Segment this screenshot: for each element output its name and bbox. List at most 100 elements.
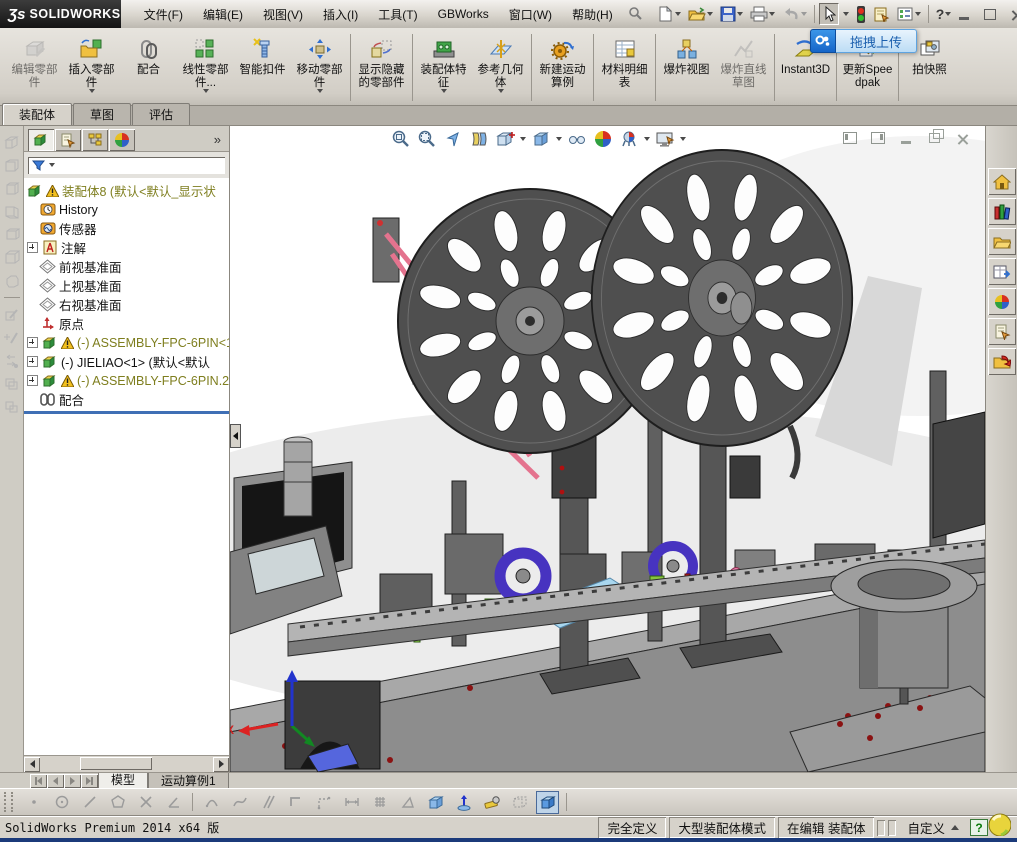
undo-icon[interactable] xyxy=(779,3,810,25)
dropdown-arrow[interactable] xyxy=(441,89,447,93)
view-cube-icon[interactable] xyxy=(3,226,21,243)
ribbon-linear-component-pattern[interactable]: 线性零部件... xyxy=(177,30,234,105)
sketch-spline-icon[interactable] xyxy=(228,791,251,814)
add-sketch-icon[interactable] xyxy=(3,329,21,346)
scroll-thumb[interactable] xyxy=(80,757,152,770)
scroll-right-button[interactable] xyxy=(213,757,229,772)
custom-status-selector[interactable]: 自定义 xyxy=(907,818,959,837)
dropdown-arrow[interactable] xyxy=(556,137,562,141)
view-cube-icon[interactable] xyxy=(3,180,21,197)
dropdown-arrow[interactable] xyxy=(317,89,323,93)
tree-item-jieliao[interactable]: (-) JIELIAO<1> (默认<默认 xyxy=(26,352,229,371)
dropdown-arrow[interactable] xyxy=(644,137,650,141)
sketch-line-icon[interactable] xyxy=(78,791,101,814)
view-orientation-icon[interactable] xyxy=(494,128,516,150)
parallel-relation-icon[interactable] xyxy=(256,791,279,814)
close-button[interactable] xyxy=(1006,6,1017,22)
first-tab-button[interactable] xyxy=(30,774,47,788)
ribbon-show-hidden-components[interactable]: 显示隐藏的零部件 xyxy=(353,30,410,105)
menu-tools[interactable]: 工具(T) xyxy=(369,2,426,27)
menu-view[interactable]: 视图(V) xyxy=(254,2,312,27)
apply-scene-icon[interactable] xyxy=(618,128,640,150)
hide-show-items-icon[interactable] xyxy=(566,128,588,150)
sketch-arc-icon[interactable] xyxy=(200,791,223,814)
split-pane-right-icon[interactable] xyxy=(869,130,887,146)
expand-plus[interactable] xyxy=(27,242,38,253)
ribbon-move-component[interactable]: 移动零部件 xyxy=(291,30,348,105)
tab-evaluate[interactable]: 评估 xyxy=(132,103,190,125)
ribbon-smart-fasteners[interactable]: 智能扣件 xyxy=(234,30,291,105)
tree-item-origin[interactable]: 原点 xyxy=(26,314,229,333)
reorder-icon[interactable] xyxy=(3,352,21,369)
view-settings-icon[interactable] xyxy=(654,128,676,150)
select-dropdown[interactable] xyxy=(840,9,852,19)
ribbon-mate[interactable]: 配合 xyxy=(120,30,177,105)
property-manager-tab[interactable] xyxy=(55,129,81,151)
tree-item-assembly-fpc-2[interactable]: (-) ASSEMBLY-FPC-6PIN.2 xyxy=(26,371,229,390)
toolbar-grip[interactable] xyxy=(4,792,13,812)
help-icon[interactable]: ? xyxy=(933,3,955,25)
tab-assembly[interactable]: 装配体 xyxy=(2,103,72,125)
view-cube-icon[interactable] xyxy=(3,157,21,174)
view-cube-icon[interactable] xyxy=(3,249,21,266)
dropdown-arrow[interactable] xyxy=(680,137,686,141)
tree-item-history[interactable]: History xyxy=(26,200,229,219)
save-icon[interactable] xyxy=(717,3,746,25)
tree-filter-box[interactable] xyxy=(28,157,225,174)
previous-tab-button[interactable] xyxy=(47,774,64,788)
tree-item-right-plane[interactable]: 右视基准面 xyxy=(26,295,229,314)
sketch-circle-icon[interactable] xyxy=(50,791,73,814)
file-explorer-icon[interactable] xyxy=(988,228,1016,255)
panel-expand-chevron[interactable]: » xyxy=(214,132,227,147)
display-manager-tab[interactable] xyxy=(109,129,135,151)
dropdown-arrow[interactable] xyxy=(498,89,504,93)
section-view-icon[interactable] xyxy=(468,128,490,150)
angle-triangle-icon[interactable] xyxy=(396,791,419,814)
doc-minimize-button[interactable] xyxy=(897,130,915,146)
dropdown-arrow[interactable] xyxy=(89,89,95,93)
filter-dropdown-arrow[interactable] xyxy=(49,163,55,167)
ribbon-new-motion-study[interactable]: 新建运动算例 xyxy=(534,30,591,105)
menu-edit[interactable]: 编辑(E) xyxy=(194,2,252,27)
display-settings-icon[interactable] xyxy=(894,3,924,25)
edit-appearance-icon[interactable] xyxy=(592,128,614,150)
construction-frame-icon[interactable] xyxy=(312,791,335,814)
dropdown-arrow[interactable] xyxy=(520,137,526,141)
measure-tool-icon[interactable] xyxy=(480,791,503,814)
panel-collapse-handle[interactable] xyxy=(230,424,241,448)
feature-tree-tab[interactable] xyxy=(28,129,54,151)
open-icon[interactable] xyxy=(685,3,716,25)
shaded-cube-icon[interactable] xyxy=(536,791,559,814)
configuration-manager-tab[interactable] xyxy=(82,129,108,151)
ribbon-exploded-view[interactable]: 爆炸视图 xyxy=(658,30,715,105)
sketch-polygon-icon[interactable] xyxy=(106,791,129,814)
move-entity-icon[interactable] xyxy=(452,791,475,814)
design-library-icon[interactable] xyxy=(988,198,1016,225)
tree-item-annotations[interactable]: 注解 xyxy=(26,238,229,257)
custom-properties-icon[interactable] xyxy=(988,318,1016,345)
menu-window[interactable]: 窗口(W) xyxy=(500,2,561,27)
expand-plus[interactable] xyxy=(27,375,38,386)
ribbon-insert-component[interactable]: 插入零部件 xyxy=(63,30,120,105)
zoom-to-fit-icon[interactable] xyxy=(390,128,412,150)
select-cursor-icon[interactable] xyxy=(819,3,839,25)
sketch-grid-icon[interactable] xyxy=(368,791,391,814)
last-tab-button[interactable] xyxy=(81,774,98,788)
forum-folder-icon[interactable] xyxy=(988,348,1016,375)
new-document-icon[interactable] xyxy=(654,3,684,25)
windows-tile-icon[interactable] xyxy=(3,398,21,415)
tree-horizontal-scrollbar[interactable] xyxy=(24,755,229,772)
ribbon-bill-of-materials[interactable]: 材料明细表 xyxy=(596,30,653,105)
menu-help[interactable]: 帮助(H) xyxy=(563,2,622,27)
view-cube-icon[interactable] xyxy=(3,134,21,151)
menu-gbworks[interactable]: GBWorks xyxy=(429,3,498,25)
windows-cascade-icon[interactable] xyxy=(3,375,21,392)
trim-entities-icon[interactable] xyxy=(134,791,157,814)
width-dimension-icon[interactable] xyxy=(340,791,363,814)
properties-icon[interactable] xyxy=(870,3,893,25)
tree-item-top-plane[interactable]: 上视基准面 xyxy=(26,276,229,295)
menu-file[interactable]: 文件(F) xyxy=(135,2,192,27)
doc-close-button[interactable] xyxy=(953,130,971,146)
drag-upload-widget[interactable]: 拖拽上传 xyxy=(810,29,917,53)
display-style-icon[interactable] xyxy=(530,128,552,150)
